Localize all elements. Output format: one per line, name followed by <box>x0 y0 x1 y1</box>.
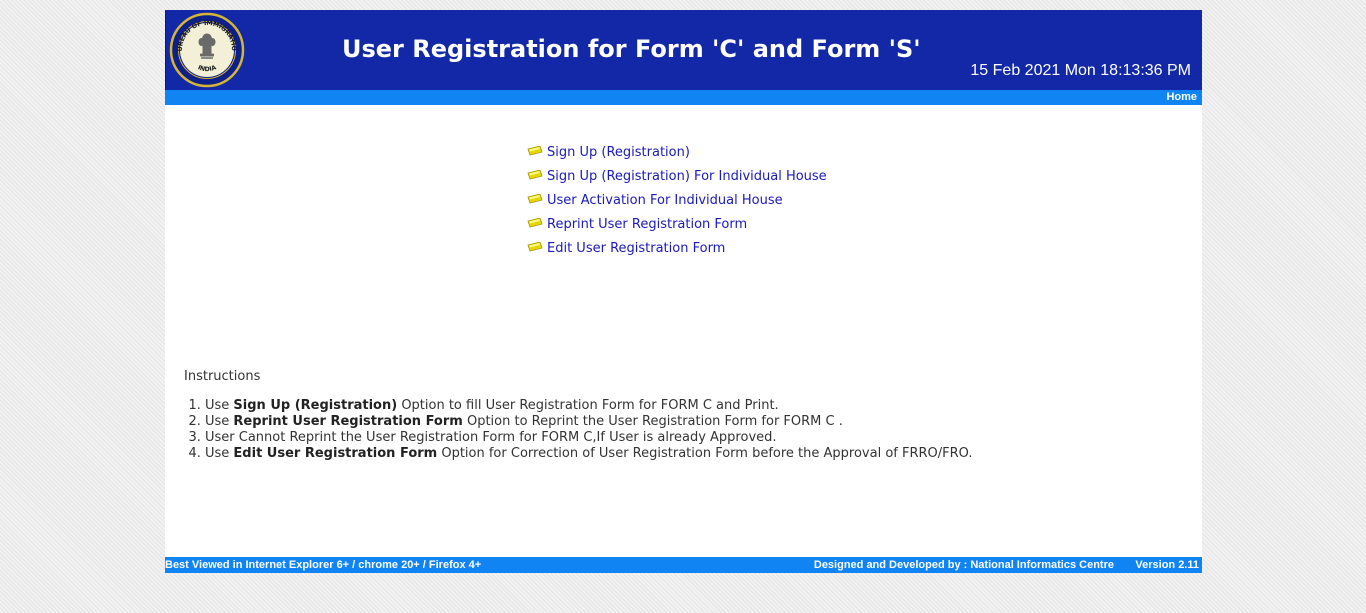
yellow-bullet-icon <box>527 194 543 204</box>
sign-up-link[interactable]: Sign Up (Registration) <box>547 144 690 162</box>
home-link[interactable]: Home <box>1166 90 1197 105</box>
developer-credit: Designed and Developed by : National Inf… <box>813 559 1114 571</box>
current-datetime: 15 Feb 2021 Mon 18:13:36 PM <box>970 62 1191 79</box>
browser-compatibility-note: Best Viewed in Internet Explorer 6+ / ch… <box>165 559 482 571</box>
yellow-bullet-icon <box>527 146 543 156</box>
bureau-of-immigration-emblem-icon: BUREAU OF IMMIGRATION INDIA <box>168 11 245 88</box>
version-label: Version 2.11 <box>1135 559 1199 571</box>
instruction-item: Use Edit User Registration Form Option f… <box>205 446 973 462</box>
page-title: User Registration for Form 'C' and Form … <box>342 35 921 63</box>
yellow-bullet-icon <box>527 218 543 228</box>
page-container: BUREAU OF IMMIGRATION INDIA User Registr… <box>165 10 1202 573</box>
instructions-section: Instructions Use Sign Up (Registration) … <box>184 368 973 462</box>
menu-item-sign-up: Sign Up (Registration) <box>527 144 827 168</box>
instruction-item: User Cannot Reprint the User Registratio… <box>205 430 973 446</box>
yellow-bullet-icon <box>527 242 543 252</box>
sign-up-individual-house-link[interactable]: Sign Up (Registration) For Individual Ho… <box>547 168 827 186</box>
registration-menu: Sign Up (Registration) Sign Up (Registra… <box>527 144 827 264</box>
header-banner: BUREAU OF IMMIGRATION INDIA User Registr… <box>165 10 1202 90</box>
nav-bar: Home <box>165 90 1202 105</box>
menu-item-sign-up-individual-house: Sign Up (Registration) For Individual Ho… <box>527 168 827 192</box>
instructions-heading: Instructions <box>184 369 261 384</box>
yellow-bullet-icon <box>527 170 543 180</box>
menu-item-reprint: Reprint User Registration Form <box>527 216 827 240</box>
instructions-list: Use Sign Up (Registration) Option to fil… <box>184 398 973 462</box>
footer-bar: Best Viewed in Internet Explorer 6+ / ch… <box>165 557 1202 573</box>
instruction-item: Use Sign Up (Registration) Option to fil… <box>205 398 973 414</box>
user-activation-link[interactable]: User Activation For Individual House <box>547 192 783 210</box>
menu-item-user-activation: User Activation For Individual House <box>527 192 827 216</box>
instruction-item: Use Reprint User Registration Form Optio… <box>205 414 973 430</box>
menu-item-edit: Edit User Registration Form <box>527 240 827 264</box>
edit-form-link[interactable]: Edit User Registration Form <box>547 240 725 258</box>
reprint-form-link[interactable]: Reprint User Registration Form <box>547 216 747 234</box>
